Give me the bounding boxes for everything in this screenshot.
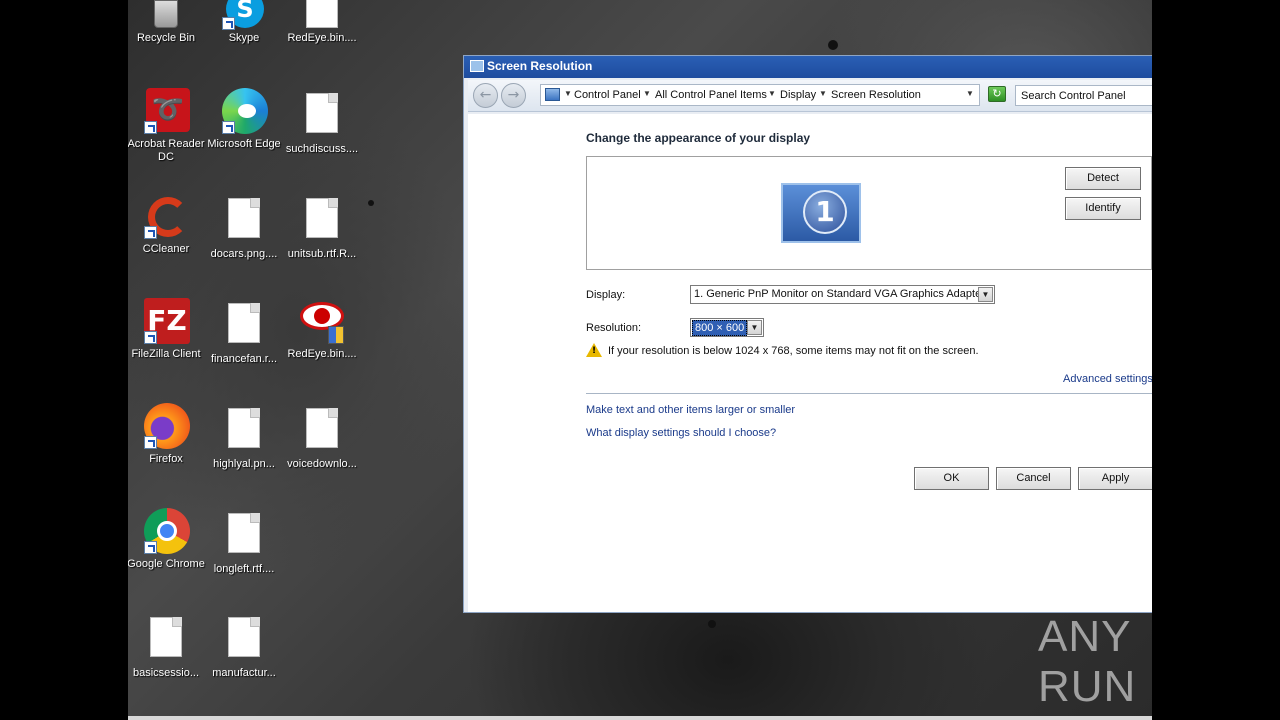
acrobat-reader-icon[interactable]: ➰ Acrobat Reader DC <box>128 88 206 164</box>
basicsession-file-icon[interactable]: basicsessio... <box>128 617 206 680</box>
advanced-settings-link[interactable]: Advanced settings <box>1063 373 1152 385</box>
breadcrumb-control-panel[interactable]: Control Panel <box>574 89 641 101</box>
cancel-button[interactable]: Cancel <box>996 467 1071 490</box>
control-panel-icon <box>545 88 560 101</box>
financefan-file-icon[interactable]: financefan.r... <box>204 303 284 366</box>
navigation-bar: ← → ▼ Control Panel ▼ All Control Panel … <box>468 80 1152 112</box>
history-dropdown-icon[interactable]: ▼ <box>966 89 974 98</box>
skype-icon[interactable]: S Skype <box>204 0 284 45</box>
display-help-link[interactable]: What display settings should I choose? <box>586 427 776 439</box>
page-heading: Change the appearance of your display <box>586 131 811 145</box>
divider <box>586 393 1152 394</box>
chevron-down-icon[interactable]: ▼ <box>978 287 993 302</box>
chevron-down-icon[interactable]: ▼ <box>643 89 651 98</box>
resolution-warning: If your resolution is below 1024 x 768, … <box>608 345 979 357</box>
text-size-link[interactable]: Make text and other items larger or smal… <box>586 404 795 416</box>
breadcrumb-display[interactable]: Display <box>780 89 816 101</box>
filezilla-icon[interactable]: FZ FileZilla Client <box>128 298 206 361</box>
ok-button[interactable]: OK <box>914 467 989 490</box>
suchdiscuss-file-icon[interactable]: suchdiscuss.... <box>282 93 362 156</box>
detect-button[interactable]: Detect <box>1065 167 1141 190</box>
chevron-down-icon[interactable]: ▼ <box>564 89 572 98</box>
monitor-1-icon[interactable]: 1 <box>781 183 861 243</box>
screen-resolution-window: Screen Resolution ← → ▼ Control Panel ▼ … <box>463 55 1152 613</box>
monitor-preview-area: 1 Detect Identify <box>586 156 1152 270</box>
back-button[interactable]: ← <box>473 83 498 108</box>
title-bar[interactable]: Screen Resolution <box>464 56 1152 78</box>
resolution-label: Resolution: <box>586 322 642 334</box>
warning-icon: ! <box>586 343 602 357</box>
unitsub-file-icon[interactable]: unitsub.rtf.R... <box>282 198 362 261</box>
resolution-select[interactable]: 800 × 600 ▼ <box>690 318 764 337</box>
redeye-app-icon[interactable]: RedEye.bin.... <box>282 298 362 361</box>
anyrun-watermark: ANY RUN <box>1038 612 1137 711</box>
breadcrumb-screen-resolution[interactable]: Screen Resolution <box>831 89 921 101</box>
google-chrome-icon[interactable]: Google Chrome <box>128 508 206 571</box>
search-input[interactable]: Search Control Panel <box>1015 85 1152 106</box>
chevron-down-icon[interactable]: ▼ <box>768 89 776 98</box>
longleft-file-icon[interactable]: longleft.rtf.... <box>204 513 284 576</box>
taskbar-edge <box>128 716 1152 720</box>
address-bar[interactable]: ▼ Control Panel ▼ All Control Panel Item… <box>540 84 980 106</box>
display-label: Display: <box>586 289 626 301</box>
forward-button[interactable]: → <box>501 83 526 108</box>
apply-button[interactable]: Apply <box>1078 467 1152 490</box>
chevron-down-icon[interactable]: ▼ <box>747 320 762 335</box>
highlyal-file-icon[interactable]: highlyal.pn... <box>204 408 284 471</box>
redeye-file-icon[interactable]: RedEye.bin.... <box>282 0 362 45</box>
main-content: Change the appearance of your display 1 … <box>468 114 1152 612</box>
display-select[interactable]: 1. Generic PnP Monitor on Standard VGA G… <box>690 285 995 304</box>
docars-file-icon[interactable]: docars.png.... <box>204 198 284 261</box>
window-title: Screen Resolution <box>487 59 593 73</box>
display-icon <box>470 60 484 72</box>
chevron-down-icon[interactable]: ▼ <box>819 89 827 98</box>
breadcrumb-all-items[interactable]: All Control Panel Items <box>655 89 767 101</box>
identify-button[interactable]: Identify <box>1065 197 1141 220</box>
manufactur-file-icon[interactable]: manufactur... <box>204 617 284 680</box>
voicedownload-file-icon[interactable]: voicedownlo... <box>282 408 362 471</box>
firefox-icon[interactable]: Firefox <box>128 403 206 466</box>
refresh-icon[interactable]: ↻ <box>988 86 1006 102</box>
microsoft-edge-icon[interactable]: Microsoft Edge <box>204 88 284 151</box>
recycle-bin-icon[interactable]: Recycle Bin <box>128 0 206 45</box>
ccleaner-icon[interactable]: CCleaner <box>128 193 206 256</box>
